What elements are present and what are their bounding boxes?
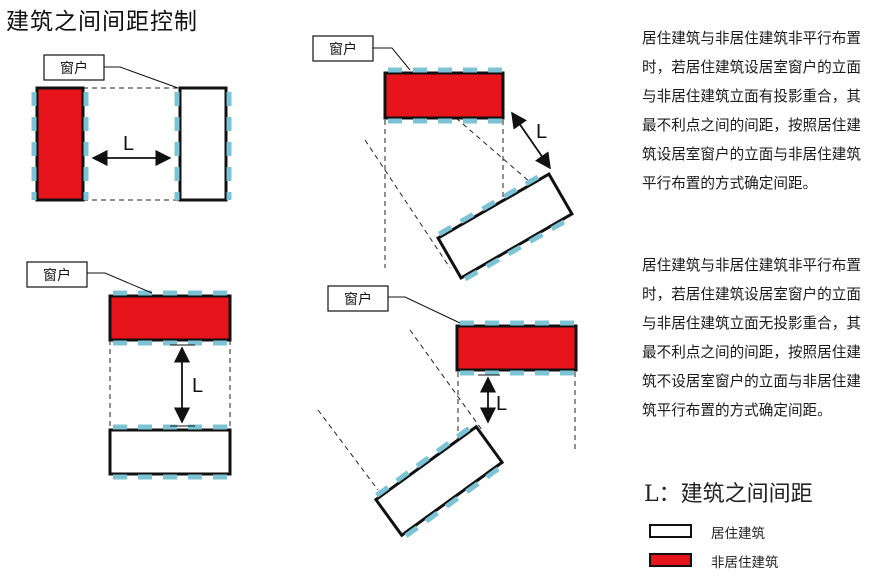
residential-building	[373, 424, 505, 538]
legend-label-residential: 居住建筑	[711, 526, 765, 542]
distance-label: L	[496, 393, 507, 415]
window-callout-label: 窗户	[60, 60, 88, 77]
legend-swatch-residential	[649, 524, 692, 538]
distance-label: L	[192, 375, 203, 397]
callout-leader	[104, 66, 179, 89]
non-residential-building	[455, 324, 578, 372]
distance-label: L	[123, 133, 134, 155]
residential-building	[108, 428, 232, 476]
window-callout-label: 窗户	[329, 41, 357, 58]
panel-4-rotated-no-overlap: L 窗户	[317, 285, 578, 538]
distance-label: L	[536, 121, 547, 143]
non-residential-building	[35, 86, 85, 202]
residential-building	[436, 172, 574, 280]
description-no-overlap: 居住建筑与非居住建筑非平行布置时，若居住建筑设居室窗户的立面与非居住建筑立面无投…	[642, 257, 861, 419]
window-callout-label: 窗户	[43, 267, 71, 284]
callout-leader	[388, 296, 461, 324]
panel-2-rotated-overlap: L 窗户	[312, 35, 575, 282]
panel-3-parallel-stacked: L 窗户	[26, 261, 232, 480]
residential-building	[178, 86, 228, 202]
legend-label-non-residential: 非居住建筑	[711, 555, 779, 571]
legend-title: L：建筑之间间距	[644, 482, 813, 507]
panel-1-parallel-side-by-side: L 窗户	[31, 54, 232, 202]
projection-lines	[109, 340, 231, 430]
non-residential-building	[108, 294, 232, 342]
non-residential-building	[383, 71, 505, 120]
callout-leader	[373, 47, 411, 71]
window-callout-label: 窗户	[344, 291, 372, 308]
description-parallel-overlap: 居住建筑与非居住建筑非平行布置时，若居住建筑设居室窗户的立面与非居住建筑立面有投…	[642, 30, 861, 192]
legend-swatch-non-residential	[649, 553, 692, 567]
callout-leader	[87, 272, 153, 294]
